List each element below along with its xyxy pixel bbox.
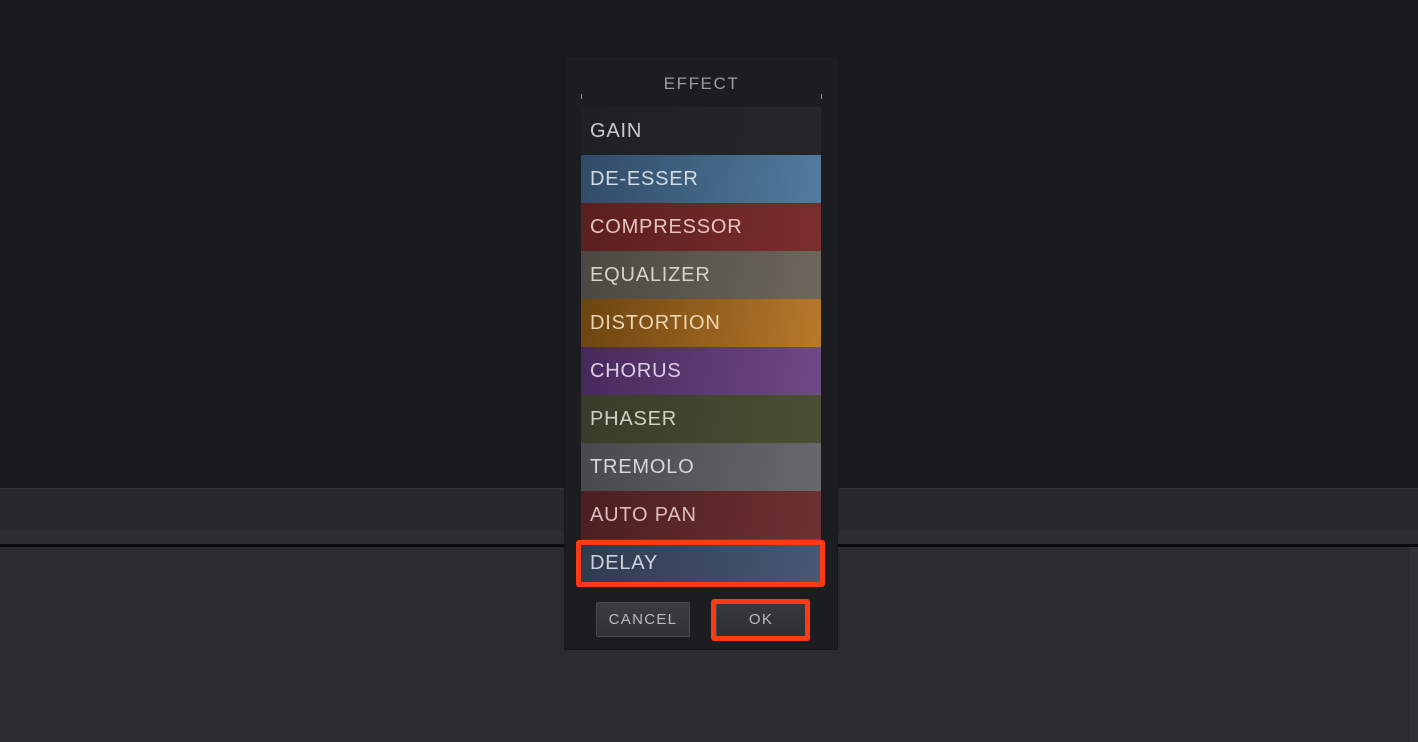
dialog-title: EFFECT <box>581 74 822 94</box>
backdrop-right-edge <box>1410 547 1418 742</box>
effect-list-item[interactable]: GAIN <box>581 107 821 155</box>
effect-list-item-label: AUTO PAN <box>590 503 697 526</box>
ok-button[interactable]: OK <box>716 602 806 637</box>
effect-list-item[interactable]: TREMOLO <box>581 443 821 491</box>
effect-list-item[interactable]: DELAY <box>581 539 821 587</box>
effect-list-item-label: GAIN <box>590 119 643 142</box>
effect-list-item[interactable]: COMPRESSOR <box>581 203 821 251</box>
dialog-button-row: CANCEL OK <box>565 602 837 638</box>
effect-list-item[interactable]: AUTO PAN <box>581 491 821 539</box>
effect-list-item-label: DELAY <box>590 551 659 574</box>
effect-list-item-label: DE-ESSER <box>590 167 699 190</box>
cancel-button[interactable]: CANCEL <box>596 602 690 637</box>
effect-list-item-label: EQUALIZER <box>590 263 711 286</box>
effect-list[interactable]: GAIN DE-ESSER COMPRESSOR EQUALIZER DISTORTIO… <box>581 107 821 587</box>
effect-list-item-label: COMPRESSOR <box>590 215 743 238</box>
effect-list-item[interactable]: PHASER <box>581 395 821 443</box>
effect-list-item[interactable]: DE-ESSER <box>581 155 821 203</box>
effect-list-item-label: DISTORTION <box>590 311 721 334</box>
effect-list-item[interactable]: CHORUS <box>581 347 821 395</box>
effect-list-item-label: PHASER <box>590 407 678 430</box>
effect-list-item-label: CHORUS <box>590 359 682 382</box>
effect-list-item[interactable]: DISTORTION <box>581 299 821 347</box>
effect-list-item-label: TREMOLO <box>590 455 695 478</box>
effect-list-item[interactable]: EQUALIZER <box>581 251 821 299</box>
